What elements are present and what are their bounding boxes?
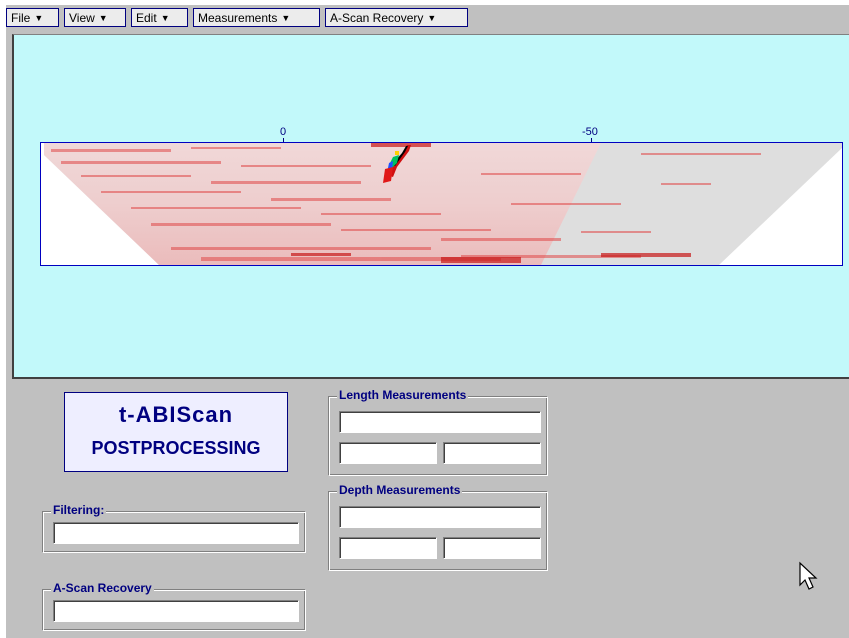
- length-main-field[interactable]: [339, 411, 541, 433]
- menu-caret-icon: ▼: [34, 13, 44, 23]
- ascan-recovery-group: A-Scan Recovery: [42, 581, 306, 631]
- depth-left-field[interactable]: [339, 537, 437, 559]
- postprocessing-panel: t-ABIScan POSTPROCESSING Length Measurem…: [12, 377, 849, 638]
- menu-bar: File ▼ View ▼ Edit ▼ Measurements ▼ A-Scan R…: [6, 5, 849, 31]
- filtering-group: Filtering:: [42, 503, 306, 553]
- ascan-recovery-title: A-Scan Recovery: [51, 581, 154, 595]
- length-left-field[interactable]: [339, 442, 437, 464]
- t-abiscan-logo: t-ABIScan POSTPROCESSING: [64, 392, 288, 472]
- tofd-scan-image[interactable]: [40, 142, 843, 266]
- ascan-recovery-menu-button[interactable]: A-Scan Recovery ▼: [325, 8, 468, 27]
- depth-measurements-title: Depth Measurements: [337, 483, 463, 497]
- logo-title: t-ABIScan: [118, 402, 234, 427]
- axis-tick-label: -50: [582, 126, 598, 138]
- edit-menu-button[interactable]: Edit ▼: [131, 8, 188, 27]
- view-menu-label: View: [69, 11, 95, 25]
- application-window: File ▼ View ▼ Edit ▼ Measurements ▼ A-Scan R…: [6, 5, 849, 638]
- menu-caret-icon: ▼: [427, 13, 437, 23]
- axis-tick-label: 0: [280, 126, 287, 138]
- menu-caret-icon: ▼: [160, 13, 170, 23]
- file-menu-button[interactable]: File ▼: [6, 8, 59, 27]
- length-measurements-group: Length Measurements: [328, 388, 548, 476]
- view-menu-button[interactable]: View ▼: [64, 8, 126, 27]
- filtering-title: Filtering:: [51, 503, 107, 517]
- scan-display-area[interactable]: 0 -50: [12, 34, 849, 377]
- depth-main-field[interactable]: [339, 506, 541, 528]
- edit-menu-label: Edit: [136, 11, 157, 25]
- menu-caret-icon: ▼: [98, 13, 108, 23]
- mouse-pointer-icon: [798, 561, 822, 596]
- ascan-recovery-menu-label: A-Scan Recovery: [330, 11, 424, 25]
- measurements-menu-label: Measurements: [198, 11, 278, 25]
- length-measurements-title: Length Measurements: [337, 388, 469, 402]
- ascan-recovery-field[interactable]: [53, 600, 299, 622]
- depth-measurements-group: Depth Measurements: [328, 483, 548, 571]
- file-menu-label: File: [11, 11, 31, 25]
- measurements-menu-button[interactable]: Measurements ▼: [193, 8, 320, 27]
- menu-caret-icon: ▼: [281, 13, 291, 23]
- scan-heatmap: [44, 143, 842, 265]
- logo-subtitle: POSTPROCESSING: [91, 438, 261, 458]
- filtering-field[interactable]: [53, 522, 299, 544]
- length-right-field[interactable]: [443, 442, 541, 464]
- depth-right-field[interactable]: [443, 537, 541, 559]
